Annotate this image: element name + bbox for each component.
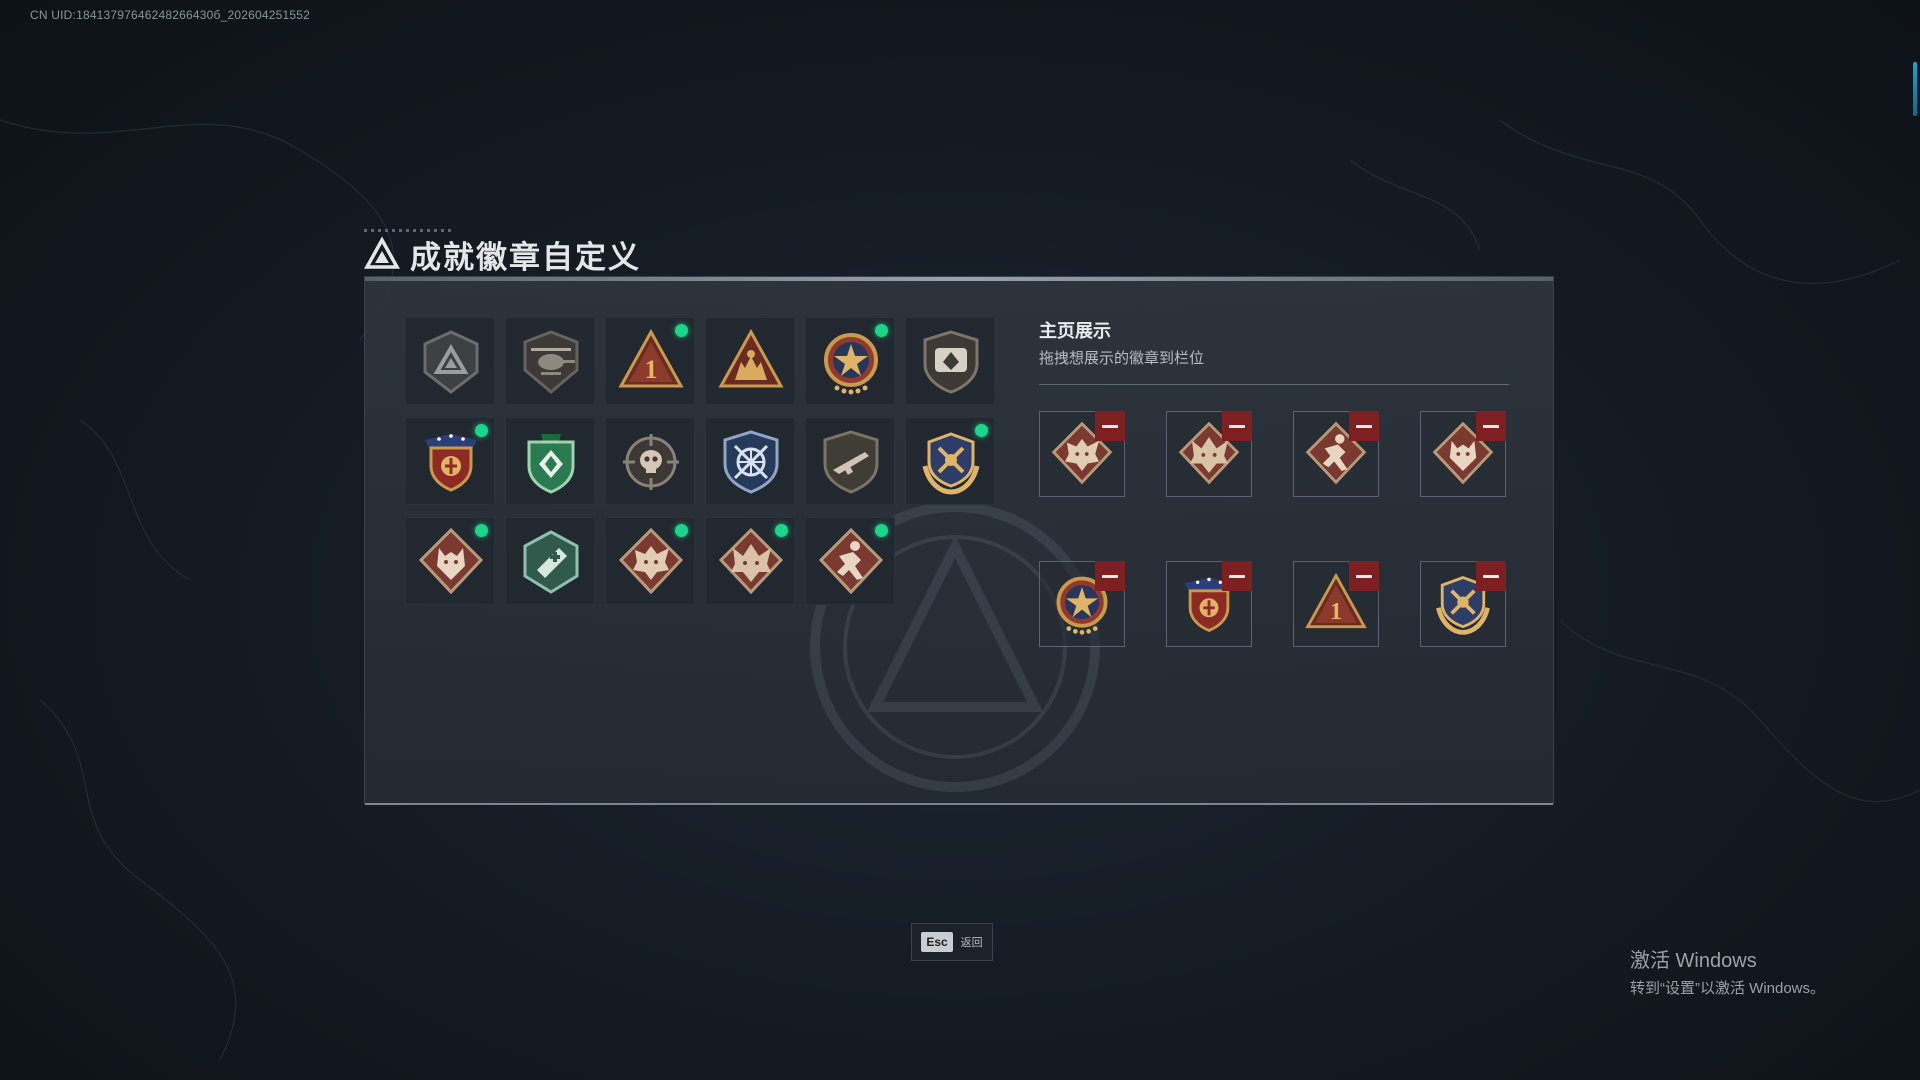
svg-text:1: 1 — [1330, 598, 1342, 625]
remove-badge-button[interactable] — [1476, 561, 1506, 591]
showcase-slot[interactable] — [1166, 411, 1252, 497]
showcase-slot[interactable] — [1420, 411, 1506, 497]
badge-slot[interactable] — [405, 317, 495, 405]
page-title: 成就徽章自定义 — [410, 239, 641, 275]
dragon-head-badge-icon — [618, 527, 684, 595]
minus-icon — [1483, 574, 1499, 578]
badge-slot[interactable] — [505, 517, 595, 605]
esc-key-icon: Esc — [921, 932, 953, 952]
title-row: 成就徽章自定义 — [364, 232, 641, 276]
showcase-slot[interactable] — [1293, 411, 1379, 497]
runner-badge-icon — [818, 527, 884, 595]
uid-text: CN UID:18413797646248266430б_20260425155… — [30, 8, 310, 22]
showcase-slot[interactable] — [1039, 561, 1125, 647]
triangle-logo-icon — [364, 236, 400, 269]
new-indicator-dot — [975, 424, 988, 437]
showcase-slot[interactable]: 1 — [1293, 561, 1379, 647]
esc-back-label: 返回 — [960, 937, 983, 949]
crossed-blades-blue-shield-badge-icon — [723, 430, 779, 494]
new-indicator-dot — [775, 524, 788, 537]
badge-slot[interactable] — [405, 517, 495, 605]
tactical-triangle-badge-icon — [423, 330, 479, 394]
badge-slot[interactable] — [905, 317, 995, 405]
badge-slot[interactable] — [505, 417, 595, 505]
badge-slot[interactable] — [805, 317, 895, 405]
remove-badge-button[interactable] — [1095, 561, 1125, 591]
badge-slot[interactable] — [705, 317, 795, 405]
new-indicator-dot — [875, 324, 888, 337]
showcase-slot[interactable] — [1420, 561, 1506, 647]
badge-slot[interactable] — [705, 517, 795, 605]
minus-icon — [1229, 424, 1245, 428]
panel-top-rule — [365, 277, 1553, 281]
badge-slot[interactable] — [605, 517, 695, 605]
helicopter-badge-icon — [523, 330, 579, 394]
faction-watermark-icon — [810, 502, 1100, 792]
wolf-head-badge-icon — [418, 527, 484, 595]
badge-slot[interactable]: 1 — [605, 317, 695, 405]
svg-text:1: 1 — [645, 355, 658, 384]
showcase-title: 主页展示 — [1039, 321, 1111, 341]
remove-badge-button[interactable] — [1222, 561, 1252, 591]
showcase-divider — [1039, 384, 1509, 385]
ribbon-shield-badge-icon — [425, 434, 477, 492]
new-indicator-dot — [875, 524, 888, 537]
homepage-showcase: 主页展示 拖拽想展示的徽章到栏位 1 — [1039, 317, 1509, 647]
showcase-subtitle: 拖拽想展示的徽章到栏位 — [1039, 350, 1205, 367]
esc-back-button[interactable]: Esc 返回 — [911, 923, 993, 961]
showcase-slot[interactable] — [1166, 561, 1252, 647]
green-diamond-shield-badge-icon — [527, 434, 575, 494]
remove-badge-button[interactable] — [1222, 411, 1252, 441]
new-indicator-dot — [475, 424, 488, 437]
star-medal-badge-icon — [824, 333, 878, 395]
new-indicator-dot — [675, 324, 688, 337]
medkit-hexagon-badge-icon — [523, 530, 579, 594]
dragon-head-alt-badge-icon — [718, 527, 784, 595]
badge-customize-panel: 1 主页展示 拖拽想展示的徽章到栏位 1 — [364, 276, 1554, 805]
minus-icon — [1356, 574, 1372, 578]
number-one-triangle-badge-icon: 1 — [618, 328, 684, 388]
badge-slot[interactable] — [405, 417, 495, 505]
shield-emblem-badge-icon — [923, 330, 979, 394]
remove-badge-button[interactable] — [1349, 411, 1379, 441]
minus-icon — [1483, 424, 1499, 428]
scroll-indicator[interactable] — [1913, 62, 1917, 116]
showcase-slot[interactable] — [1039, 411, 1125, 497]
windows-activation-hint: 转到“设置”以激活 Windows。 — [1630, 980, 1826, 997]
new-indicator-dot — [675, 524, 688, 537]
remove-badge-button[interactable] — [1476, 411, 1506, 441]
gold-laurel-shield-badge-icon — [922, 432, 980, 495]
skull-crosshair-badge-icon — [623, 434, 679, 490]
minus-icon — [1102, 424, 1118, 428]
minus-icon — [1356, 424, 1372, 428]
badge-slot[interactable] — [905, 417, 995, 505]
soldiers-triangle-badge-icon — [718, 328, 784, 388]
minus-icon — [1102, 574, 1118, 578]
badge-slot[interactable] — [605, 417, 695, 505]
remove-badge-button[interactable] — [1095, 411, 1125, 441]
minus-icon — [1229, 574, 1245, 578]
panel-bottom-rule — [365, 803, 1553, 805]
remove-badge-button[interactable] — [1349, 561, 1379, 591]
windows-activation-watermark: 激活 Windows 转到“设置”以激活 Windows。 — [1630, 944, 1825, 998]
badge-slot[interactable] — [805, 417, 895, 505]
rifle-shield-badge-icon — [823, 430, 879, 494]
badge-slot[interactable] — [805, 517, 895, 605]
new-indicator-dot — [475, 524, 488, 537]
badge-slot[interactable] — [705, 417, 795, 505]
badge-slot[interactable] — [505, 317, 595, 405]
windows-activation-title: 激活 Windows — [1630, 950, 1757, 972]
